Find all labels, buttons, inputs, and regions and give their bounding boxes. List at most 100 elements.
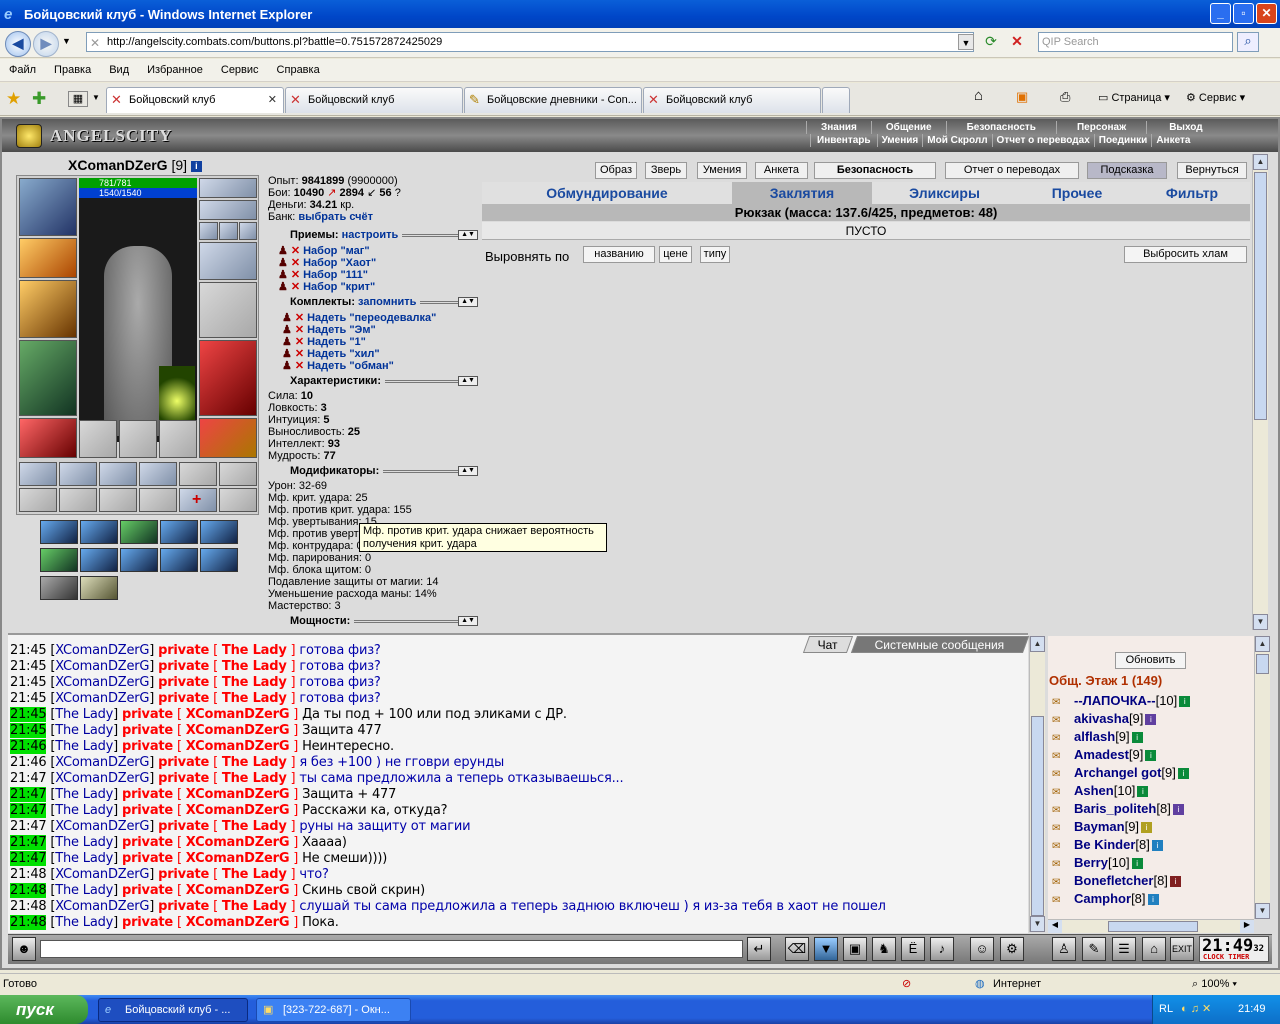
kit-3[interactable]: ♟ ✕ Надеть "1": [282, 336, 366, 348]
sort-by-price-button[interactable]: цене: [659, 246, 692, 263]
user-info-icon[interactable]: i: [1131, 732, 1143, 744]
scroll-slot-5[interactable]: [179, 462, 217, 486]
sets-remember-link[interactable]: запомнить: [358, 296, 416, 308]
chat-recipient[interactable]: XComanDZerG: [186, 835, 290, 850]
nav-my-scroll[interactable]: Мой Скролл: [922, 134, 991, 147]
task-ie[interactable]: e Бойцовский клуб - ...: [98, 998, 248, 1022]
kit-2[interactable]: ♟ ✕ Надеть "Эм": [282, 324, 376, 336]
start-button[interactable]: пуск: [0, 995, 88, 1024]
move-arrows-icon[interactable]: ▲▼: [458, 230, 478, 240]
weapon-slot[interactable]: [19, 280, 77, 338]
scroll-slot-3[interactable]: [99, 462, 137, 486]
user-info-icon[interactable]: i: [1145, 714, 1157, 726]
smiley-icon[interactable]: ☺: [970, 937, 994, 961]
chat-sender[interactable]: XComanDZerG: [55, 675, 149, 690]
ring1-slot[interactable]: [199, 222, 218, 240]
nav-knowledge[interactable]: Знания: [806, 121, 871, 134]
online-scrollbar[interactable]: ▲ ▼: [1254, 636, 1270, 919]
trick-set-1[interactable]: ♟ ✕ Набор "маг": [278, 245, 370, 257]
online-user[interactable]: ✉ Bonefletcher[8] i: [1052, 872, 1181, 890]
chat-sender[interactable]: XComanDZerG: [55, 899, 149, 914]
scroll-icon[interactable]: ✎: [1082, 937, 1106, 961]
effect-6[interactable]: [40, 548, 78, 572]
user-info-icon[interactable]: i: [1145, 750, 1157, 762]
user-name[interactable]: Bonefletcher: [1074, 873, 1153, 888]
scroll-slot-4[interactable]: [139, 462, 177, 486]
language-indicator[interactable]: RL: [1159, 995, 1173, 1024]
chat-sender[interactable]: The Lady: [55, 851, 113, 866]
tab-close-icon[interactable]: ✕: [268, 88, 277, 112]
home-icon[interactable]: ⌂: [974, 87, 983, 104]
tab-4[interactable]: ✕ Бойцовский клуб: [643, 87, 821, 113]
online-user[interactable]: ✉ Be Kinder[8] i: [1052, 836, 1163, 854]
user-name[interactable]: Bayman: [1074, 819, 1125, 834]
sort-by-type-button[interactable]: типу: [700, 246, 730, 263]
chat-recipient[interactable]: XComanDZerG: [186, 723, 290, 738]
filter-icon[interactable]: ▼: [814, 937, 838, 961]
chat-recipient[interactable]: The Lady: [222, 691, 287, 706]
effect-8[interactable]: [120, 548, 158, 572]
user-info-icon[interactable]: i: [1137, 786, 1149, 798]
chat-time[interactable]: 21:47: [10, 787, 47, 802]
upper-scrollbar[interactable]: ▲ ▼: [1252, 154, 1268, 630]
chat-time[interactable]: 21:47: [10, 835, 47, 850]
tab-spells[interactable]: Заклятия: [732, 182, 872, 204]
menu-tools[interactable]: Сервис: [212, 64, 268, 76]
close-button[interactable]: ✕: [1256, 3, 1277, 24]
effect-1[interactable]: [40, 520, 78, 544]
online-user[interactable]: ✉ Amadest[9] i: [1052, 746, 1157, 764]
favorites-star-icon[interactable]: ★: [6, 89, 21, 109]
bank-link[interactable]: выбрать счёт: [298, 211, 373, 223]
chat-recipient[interactable]: XComanDZerG: [186, 915, 290, 930]
chat-input[interactable]: [40, 940, 743, 958]
kit-5[interactable]: ♟ ✕ Надеть "обман": [282, 360, 394, 372]
nav-character[interactable]: Персонаж: [1055, 121, 1146, 134]
chat-recipient[interactable]: The Lady: [222, 899, 287, 914]
nav-duels[interactable]: Поединки: [1093, 134, 1152, 147]
trick-set-3[interactable]: ♟ ✕ Набор "111": [278, 269, 368, 281]
scroll-slot-1[interactable]: [19, 462, 57, 486]
rune-slot-1[interactable]: [79, 420, 117, 458]
save-icon[interactable]: ▣: [843, 937, 867, 961]
user-name[interactable]: Berry: [1074, 855, 1108, 870]
effect-11[interactable]: [40, 576, 78, 600]
effect-4[interactable]: [160, 520, 198, 544]
maximize-button[interactable]: ▫: [1233, 3, 1254, 24]
gloves-slot[interactable]: [199, 242, 257, 280]
user-info-icon[interactable]: i: [1169, 876, 1181, 888]
chat-time[interactable]: 21:45: [10, 691, 47, 706]
chat-time[interactable]: 21:46: [10, 739, 47, 754]
user-name[interactable]: Camphor: [1074, 891, 1131, 906]
chat-time[interactable]: 21:48: [10, 899, 47, 914]
chat-recipient[interactable]: XComanDZerG: [186, 851, 290, 866]
fighter-icon[interactable]: ♞: [872, 937, 896, 961]
stop-icon[interactable]: ✕: [1007, 33, 1027, 52]
menu-edit[interactable]: Правка: [45, 64, 100, 76]
chat-sender[interactable]: The Lady: [55, 739, 113, 754]
user-info-icon[interactable]: i: [1147, 894, 1159, 906]
tools-menu[interactable]: ⚙ Сервис ▾: [1186, 91, 1245, 104]
profile-button[interactable]: Анкета: [755, 162, 808, 179]
tab-equipment[interactable]: Обмундирование: [522, 182, 692, 204]
tab-system-messages[interactable]: Системные сообщения: [850, 636, 1030, 653]
belt-slot[interactable]: [19, 418, 77, 458]
user-icon[interactable]: ☻: [12, 937, 36, 961]
user-name[interactable]: akivasha: [1074, 711, 1129, 726]
tricks-config-link[interactable]: настроить: [342, 229, 399, 241]
history-dropdown-icon[interactable]: ▼: [62, 36, 71, 46]
new-tab-button[interactable]: [822, 87, 850, 113]
chat-recipient[interactable]: XComanDZerG: [186, 707, 290, 722]
chat-time[interactable]: 21:46: [10, 755, 47, 770]
user-name[interactable]: Ashen: [1074, 783, 1114, 798]
chat-sender[interactable]: XComanDZerG: [55, 867, 149, 882]
user-info-icon[interactable]: i: [1172, 804, 1184, 816]
drop-junk-button[interactable]: Выбросить хлам: [1124, 246, 1247, 263]
tab-other[interactable]: Прочее: [1032, 182, 1122, 204]
effect-2[interactable]: [80, 520, 118, 544]
char-info-icon[interactable]: i: [190, 160, 202, 172]
effect-9[interactable]: [160, 548, 198, 572]
sort-by-name-button[interactable]: названию: [583, 246, 655, 263]
url-dropdown-icon[interactable]: ▼: [958, 34, 974, 50]
tab-3[interactable]: ✎ Бойцовские дневники - Con...: [464, 87, 642, 113]
beast-button[interactable]: Зверь: [645, 162, 687, 179]
